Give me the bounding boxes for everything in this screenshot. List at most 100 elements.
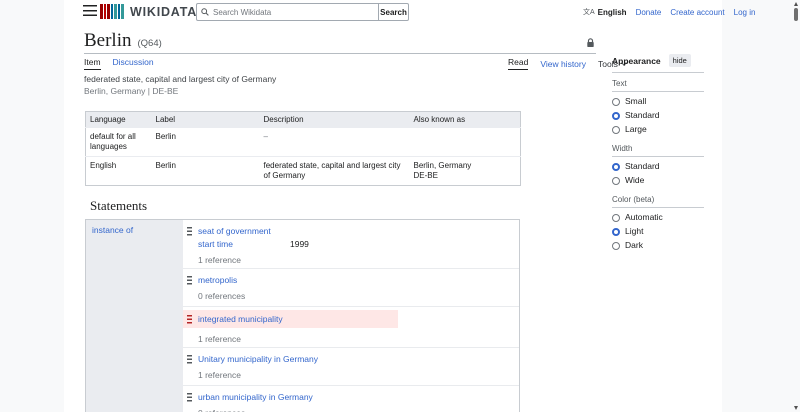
- statement-values: seat of government start time 1999 1 ref…: [183, 220, 519, 412]
- terms-header-row: Language Label Description Also known as: [85, 111, 521, 128]
- term-aliases: [409, 127, 521, 157]
- statement-group-instance-of: instance of seat of government start tim…: [85, 219, 520, 412]
- search-input[interactable]: [213, 7, 374, 17]
- references-toggle[interactable]: 1 reference: [198, 334, 519, 344]
- radio-text-large[interactable]: [612, 125, 620, 134]
- option-label: Automatic: [625, 212, 663, 222]
- search-field[interactable]: [196, 3, 379, 21]
- qualifier-row: start time 1999: [198, 239, 519, 249]
- appearance-header: Appearance hide: [612, 54, 704, 73]
- term-language: default for all languages: [85, 127, 152, 157]
- log-in-link[interactable]: Log in: [734, 8, 756, 17]
- property-instance-of-link[interactable]: instance of: [92, 225, 133, 235]
- statement-metropolis: metropolis 0 references: [183, 269, 519, 307]
- rank-selector-deprecated-icon[interactable]: [187, 314, 192, 324]
- appearance-panel: Appearance hide Text Small Standard Larg…: [612, 54, 704, 250]
- qualifier-property-link[interactable]: start time: [198, 239, 290, 249]
- value-link[interactable]: integrated municipality: [198, 314, 283, 324]
- rank-selector-icon[interactable]: [187, 392, 192, 402]
- value-link[interactable]: metropolis: [198, 275, 237, 285]
- option-color-dark: Dark: [612, 241, 704, 250]
- snak-row: urban municipality in Germany: [183, 386, 519, 402]
- search-bar: Search: [196, 3, 409, 21]
- tab-view-history[interactable]: View history: [540, 59, 586, 69]
- col-also-known-as: Also known as: [409, 111, 521, 128]
- tab-discussion[interactable]: Discussion: [113, 57, 154, 70]
- radio-color-light[interactable]: [612, 227, 620, 236]
- terms-table: Language Label Description Also known as…: [85, 111, 521, 186]
- terms-row-english: English Berlin federated state, capital …: [85, 156, 521, 186]
- donate-link[interactable]: Donate: [636, 8, 662, 17]
- option-width-wide: Wide: [612, 176, 704, 185]
- term-description: –: [259, 127, 410, 157]
- radio-text-standard[interactable]: [612, 111, 620, 120]
- references-toggle[interactable]: 0 references: [198, 291, 519, 301]
- snak-row: seat of government: [183, 220, 519, 236]
- hide-appearance-button[interactable]: hide: [668, 54, 691, 67]
- option-color-light: Light: [612, 227, 704, 236]
- wikidata-page: WIKIDATA Search 文A English Donate Create…: [0, 0, 800, 412]
- scrollbar-up-arrow-icon[interactable]: [793, 2, 798, 6]
- option-text-standard: Standard: [612, 111, 704, 120]
- radio-width-wide[interactable]: [612, 176, 620, 185]
- entity-aliases: Berlin, Germany | DE-BE: [84, 86, 179, 96]
- snak-row-highlighted: integrated municipality: [183, 310, 398, 328]
- hamburger-menu-icon[interactable]: [83, 5, 97, 16]
- col-language: Language: [85, 111, 152, 128]
- search-icon: [201, 8, 209, 16]
- page-title: Berlin: [84, 30, 132, 51]
- radio-color-automatic[interactable]: [612, 213, 620, 222]
- statement-property-cell: instance of: [86, 220, 183, 412]
- references-toggle[interactable]: 1 reference: [198, 370, 519, 380]
- wikidata-logo-icon: [100, 4, 124, 19]
- references-toggle[interactable]: 1 reference: [198, 255, 519, 265]
- section-label-color: Color (beta): [612, 195, 704, 208]
- value-link[interactable]: urban municipality in Germany: [198, 392, 313, 402]
- statement-integrated-municipality: integrated municipality 1 reference: [183, 310, 519, 348]
- scrollbar[interactable]: [792, 0, 800, 412]
- option-color-automatic: Automatic: [612, 213, 704, 222]
- scrollbar-thumb[interactable]: [794, 8, 798, 21]
- rank-selector-icon[interactable]: [187, 354, 192, 364]
- value-link[interactable]: seat of government: [198, 226, 271, 236]
- radio-width-standard[interactable]: [612, 162, 620, 171]
- page-protection-lock-icon: [587, 38, 594, 47]
- col-description: Description: [259, 111, 410, 128]
- tab-item[interactable]: Item: [84, 57, 101, 70]
- section-label-width: Width: [612, 144, 704, 157]
- alias-line: DE-BE: [413, 171, 438, 180]
- language-selector[interactable]: 文A English: [583, 7, 627, 17]
- wikidata-logo[interactable]: WIKIDATA: [100, 4, 197, 19]
- option-label: Small: [625, 96, 647, 106]
- radio-color-dark[interactable]: [612, 241, 620, 250]
- search-button[interactable]: Search: [378, 3, 409, 21]
- snak-row: metropolis: [183, 269, 519, 285]
- title-divider: [84, 53, 596, 54]
- statement-urban-municipality: urban municipality in Germany 0 referenc…: [183, 386, 519, 412]
- title-row: Berlin (Q64): [84, 30, 162, 52]
- option-text-large: Large: [612, 125, 704, 134]
- option-width-standard: Standard: [612, 162, 704, 171]
- option-label: Light: [625, 226, 644, 236]
- term-language: English: [85, 156, 152, 186]
- option-label: Standard: [625, 110, 660, 120]
- references-toggle[interactable]: 0 references: [198, 408, 519, 412]
- rank-selector-icon[interactable]: [187, 275, 192, 285]
- entity-description: federated state, capital and largest cit…: [84, 74, 277, 84]
- radio-text-small[interactable]: [612, 97, 620, 106]
- language-icon: 文A: [583, 9, 595, 16]
- section-label-text: Text: [612, 79, 704, 92]
- page-tabs-left: Item Discussion: [84, 57, 154, 70]
- create-account-link[interactable]: Create account: [670, 8, 724, 17]
- statement-seat-of-government: seat of government start time 1999 1 ref…: [183, 220, 519, 269]
- value-link[interactable]: Unitary municipality in Germany: [198, 354, 318, 364]
- scrollbar-down-arrow-icon[interactable]: [793, 406, 798, 410]
- snak-row: Unitary municipality in Germany: [183, 348, 519, 364]
- alias-line: Berlin, Germany: [413, 161, 472, 170]
- tab-read[interactable]: Read: [508, 57, 529, 70]
- user-links: 文A English Donate Create account Log in: [583, 7, 755, 17]
- terms-row-default: default for all languages Berlin –: [85, 127, 521, 157]
- wikidata-wordmark: WIKIDATA: [130, 4, 198, 19]
- rank-selector-icon[interactable]: [187, 226, 192, 236]
- term-label: Berlin: [151, 127, 260, 157]
